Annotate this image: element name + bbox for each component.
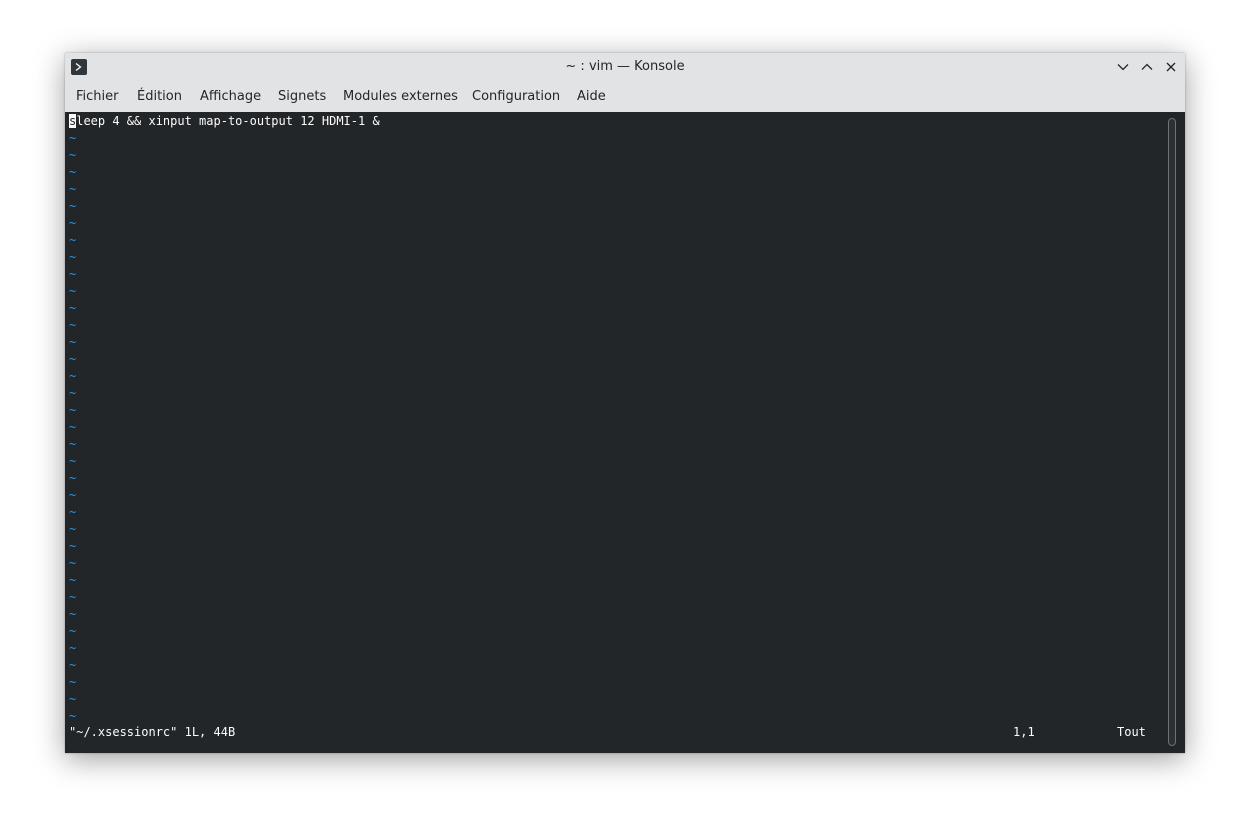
empty-line-tilde: ~ bbox=[69, 301, 77, 315]
close-x-icon bbox=[1166, 62, 1176, 72]
empty-line-tilde: ~ bbox=[69, 692, 77, 706]
empty-line-tilde: ~ bbox=[69, 573, 77, 587]
empty-line-tilde: ~ bbox=[69, 148, 77, 162]
empty-line-tilde: ~ bbox=[69, 199, 77, 213]
status-cursor-position: 1,1 bbox=[1013, 725, 1035, 739]
maximize-button[interactable] bbox=[1139, 59, 1155, 75]
empty-line-tilde: ~ bbox=[69, 386, 77, 400]
empty-line-tilde: ~ bbox=[69, 505, 77, 519]
menu-edition[interactable]: Édition bbox=[137, 81, 182, 112]
empty-line-tilde: ~ bbox=[69, 471, 77, 485]
konsole-terminal-icon[interactable] bbox=[71, 59, 87, 75]
empty-line-tilde: ~ bbox=[69, 233, 77, 247]
menu-signets[interactable]: Signets bbox=[278, 81, 326, 112]
empty-line-tilde: ~ bbox=[69, 437, 77, 451]
empty-line-tilde: ~ bbox=[69, 641, 77, 655]
menu-modules-externes[interactable]: Modules externes bbox=[343, 81, 458, 112]
editor-line-1: sleep 4 && xinput map-to-output 12 HDMI-… bbox=[69, 113, 380, 130]
line-1-text: leep 4 && xinput map-to-output 12 HDMI-1… bbox=[76, 114, 380, 128]
empty-line-tilde: ~ bbox=[69, 403, 77, 417]
empty-line-tilde: ~ bbox=[69, 369, 77, 383]
empty-line-tilde: ~ bbox=[69, 658, 77, 672]
menu-affichage[interactable]: Affichage bbox=[200, 81, 261, 112]
empty-line-tilde: ~ bbox=[69, 165, 77, 179]
empty-line-tilde: ~ bbox=[69, 522, 77, 536]
empty-line-tilde: ~ bbox=[69, 182, 77, 196]
vertical-scrollbar[interactable] bbox=[1168, 118, 1176, 746]
status-scroll-position: Tout bbox=[1117, 725, 1146, 739]
menu-fichier[interactable]: Fichier bbox=[76, 81, 119, 112]
empty-line-tilde: ~ bbox=[69, 590, 77, 604]
menu-aide[interactable]: Aide bbox=[577, 81, 606, 112]
chevron-up-icon bbox=[1141, 63, 1153, 70]
terminal-area[interactable]: sleep 4 && xinput map-to-output 12 HDMI-… bbox=[65, 112, 1185, 753]
empty-line-tilde: ~ bbox=[69, 250, 77, 264]
empty-line-tilde: ~ bbox=[69, 131, 77, 145]
empty-line-tilde: ~ bbox=[69, 267, 77, 281]
empty-line-tilde: ~ bbox=[69, 216, 77, 230]
empty-line-tilde: ~ bbox=[69, 454, 77, 468]
empty-line-tilde: ~ bbox=[69, 420, 77, 434]
empty-line-tilde: ~ bbox=[69, 539, 77, 553]
empty-line-tilde: ~ bbox=[69, 709, 77, 723]
empty-line-tilde: ~ bbox=[69, 488, 77, 502]
close-button[interactable] bbox=[1163, 59, 1179, 75]
empty-line-markers: ~ ~ ~ ~ ~ ~ ~ ~ ~ ~ ~ ~ ~ ~ ~ ~ ~ ~ ~ ~ ~ ~ ~ ~ ~ ~ ~ ~ ~ ~ ~ ~ ~ ~ ~ bbox=[69, 130, 89, 725]
title-bar[interactable]: ~ : vim — Konsole bbox=[65, 53, 1185, 81]
empty-line-tilde: ~ bbox=[69, 607, 77, 621]
chevron-down-icon bbox=[1117, 64, 1129, 71]
empty-line-tilde: ~ bbox=[69, 624, 77, 638]
empty-line-tilde: ~ bbox=[69, 318, 77, 332]
empty-line-tilde: ~ bbox=[69, 284, 77, 298]
minimize-button[interactable] bbox=[1115, 59, 1131, 75]
menu-configuration[interactable]: Configuration bbox=[472, 81, 560, 112]
empty-line-tilde: ~ bbox=[69, 352, 77, 366]
empty-line-tilde: ~ bbox=[69, 675, 77, 689]
scrollbar-thumb[interactable] bbox=[1168, 118, 1176, 746]
window-title: ~ : vim — Konsole bbox=[565, 59, 685, 74]
empty-line-tilde: ~ bbox=[69, 556, 77, 570]
konsole-window: ~ : vim — Konsole Fichier Édition Affich bbox=[65, 53, 1185, 753]
menu-bar: Fichier Édition Affichage Signets Module… bbox=[65, 81, 1185, 112]
empty-line-tilde: ~ bbox=[69, 335, 77, 349]
status-file-info: "~/.xsessionrc" 1L, 44B bbox=[69, 725, 236, 739]
